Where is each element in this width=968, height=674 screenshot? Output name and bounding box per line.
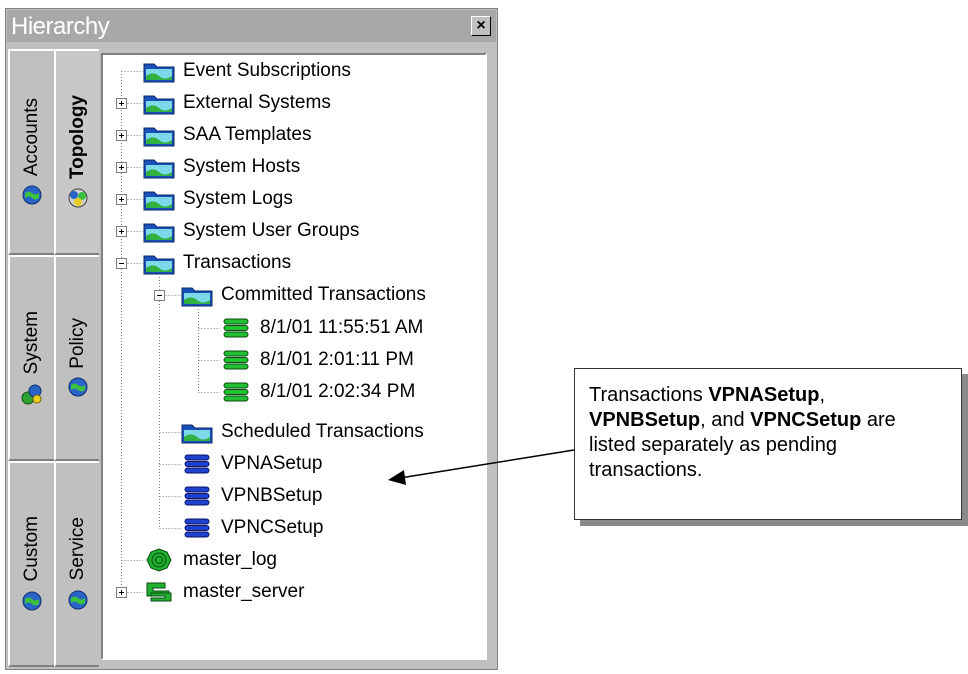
callout-text: , bbox=[819, 384, 825, 406]
callout-vpnasetup: VPNASetup bbox=[708, 384, 820, 406]
callout-box: Transactions VPNASetup, VPNBSetup, and V… bbox=[574, 368, 962, 520]
callout-vpnbsetup: VPNBSetup bbox=[589, 409, 701, 431]
callout-vpncsetup: VPNCSetup bbox=[750, 409, 862, 431]
callout-text: Transactions bbox=[589, 384, 709, 406]
callout-arrow bbox=[388, 449, 575, 485]
callout-text: , and bbox=[700, 409, 751, 431]
